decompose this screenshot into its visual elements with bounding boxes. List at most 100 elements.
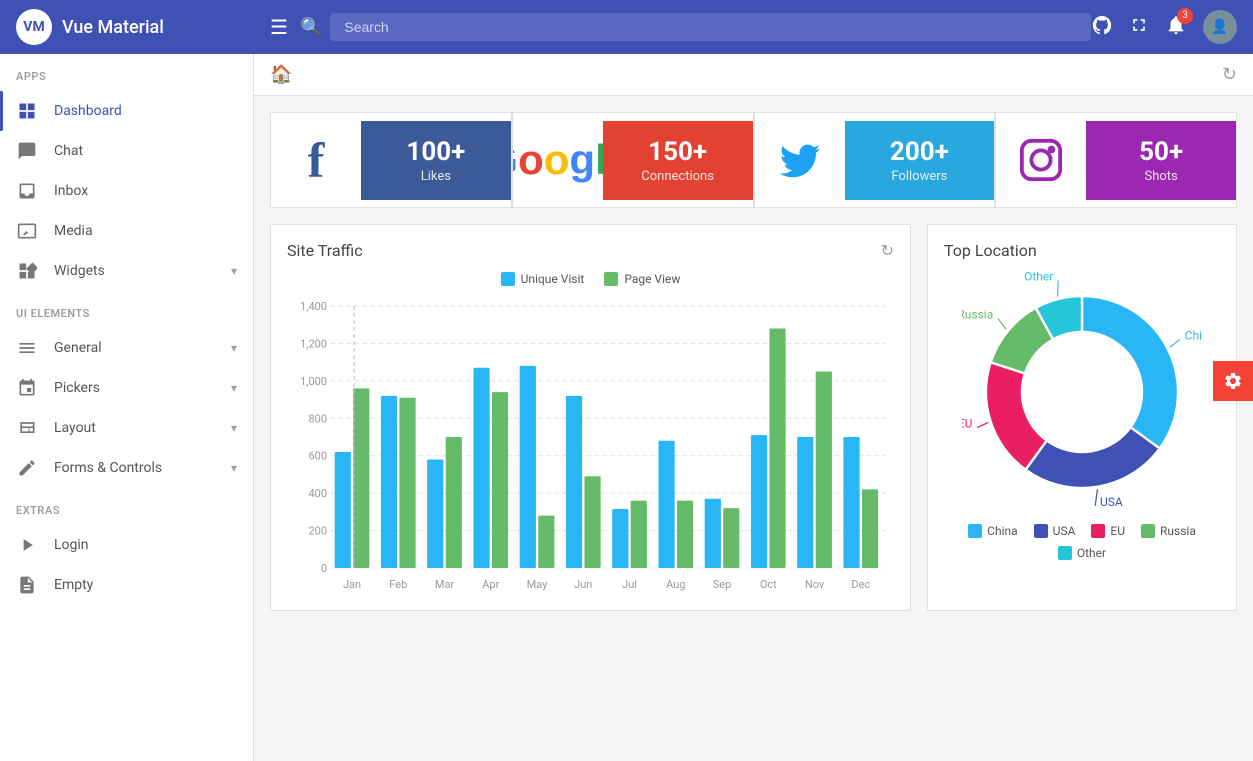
donut-legend-label: EU xyxy=(1110,524,1125,538)
top-location-card: Top Location ChinaUSAEURussiaOther China… xyxy=(927,224,1237,611)
sidebar-item-forms-controls[interactable]: Forms & Controls ▾ xyxy=(0,448,253,488)
google-icon: Google xyxy=(513,118,603,202)
svg-text:EU: EU xyxy=(962,417,972,431)
facebook-label: Likes xyxy=(421,169,451,184)
login-icon xyxy=(16,535,38,555)
svg-text:1,400: 1,400 xyxy=(300,300,327,313)
donut-legend-item: EU xyxy=(1091,524,1125,538)
sidebar-item-dashboard[interactable]: Dashboard xyxy=(0,91,253,131)
donut-chart-wrapper: ChinaUSAEURussiaOther China USA EU Russi… xyxy=(944,272,1220,560)
social-card-google[interactable]: Google 150+ Connections xyxy=(512,112,754,208)
svg-text:1,000: 1,000 xyxy=(300,375,327,388)
sidebar-label-empty: Empty xyxy=(54,577,237,593)
instagram-stats: 50+ Shots xyxy=(1086,121,1236,200)
google-count: 150+ xyxy=(648,137,707,167)
sidebar-section-apps: Apps Dashboard Chat Inbox xyxy=(0,54,253,291)
sidebar-label-media: Media xyxy=(54,223,237,239)
section-label-extras: Extras xyxy=(0,488,253,525)
svg-text:Other: Other xyxy=(1024,272,1053,283)
section-label-ui: UI Elements xyxy=(0,291,253,328)
fullscreen-icon[interactable] xyxy=(1129,15,1149,40)
donut-legend-color xyxy=(1141,524,1155,538)
sidebar-item-media[interactable]: Media xyxy=(0,211,253,251)
bar-chart-legend: Unique Visit Page View xyxy=(287,272,894,286)
top-location-title: Top Location xyxy=(944,241,1220,260)
sidebar-item-layout[interactable]: Layout ▾ xyxy=(0,408,253,448)
sidebar-item-inbox[interactable]: Inbox xyxy=(0,171,253,211)
sidebar-label-inbox: Inbox xyxy=(54,183,237,199)
sidebar-item-general[interactable]: General ▾ xyxy=(0,328,253,368)
svg-text:0: 0 xyxy=(321,562,327,575)
menu-icon[interactable]: ☰ xyxy=(270,15,288,39)
sidebar-label-widgets: Widgets xyxy=(54,263,215,279)
svg-text:400: 400 xyxy=(308,487,327,500)
legend-unique-visit: Unique Visit xyxy=(501,272,585,286)
svg-text:1,200: 1,200 xyxy=(300,337,327,350)
notifications-icon[interactable]: 3 xyxy=(1165,14,1187,41)
notification-badge: 3 xyxy=(1177,8,1193,24)
social-cards: f 100+ Likes Google 150+ Connections xyxy=(270,112,1237,208)
svg-text:Jun: Jun xyxy=(574,578,592,591)
svg-text:Jan: Jan xyxy=(343,578,361,591)
avatar[interactable]: 👤 xyxy=(1203,10,1237,44)
media-icon xyxy=(16,221,38,241)
sidebar-item-pickers[interactable]: Pickers ▾ xyxy=(0,368,253,408)
social-card-facebook[interactable]: f 100+ Likes xyxy=(270,112,512,208)
donut-chart: ChinaUSAEURussiaOther xyxy=(962,272,1202,512)
instagram-icon xyxy=(996,119,1086,201)
app-title: Vue Material xyxy=(62,17,164,38)
sidebar-label-chat: Chat xyxy=(54,143,237,159)
svg-text:Apr: Apr xyxy=(482,578,499,591)
home-icon[interactable]: 🏠 xyxy=(270,64,292,85)
refresh-icon[interactable]: ↻ xyxy=(1222,64,1237,85)
search-icon: 🔍 xyxy=(300,17,322,38)
facebook-count: 100+ xyxy=(406,137,465,167)
search-input[interactable] xyxy=(330,13,1091,41)
svg-text:200: 200 xyxy=(308,525,327,538)
main-content: 🏠 ↻ f 100+ Likes Google 1 xyxy=(254,54,1253,761)
sidebar-item-empty[interactable]: Empty xyxy=(0,565,253,605)
social-card-instagram[interactable]: 50+ Shots xyxy=(995,112,1237,208)
donut-legend: China USA EU Russia Other xyxy=(944,524,1220,560)
chevron-pickers: ▾ xyxy=(231,381,237,395)
sidebar-section-extras: Extras Login Empty xyxy=(0,488,253,605)
chevron-widgets: ▾ xyxy=(231,264,237,278)
general-icon xyxy=(16,338,38,358)
header: VM Vue Material ☰ 🔍 3 👤 xyxy=(0,0,1253,54)
sidebar-item-widgets[interactable]: Widgets ▾ xyxy=(0,251,253,291)
layout-icon xyxy=(16,418,38,438)
sidebar: Apps Dashboard Chat Inbox xyxy=(0,54,254,761)
svg-text:600: 600 xyxy=(308,450,327,463)
svg-text:Mar: Mar xyxy=(435,578,455,591)
sidebar-label-general: General xyxy=(54,340,215,356)
donut-legend-color xyxy=(1091,524,1105,538)
sidebar-item-login[interactable]: Login xyxy=(0,525,253,565)
header-logo: VM Vue Material xyxy=(16,9,270,45)
sidebar-section-ui: UI Elements General ▾ Pickers ▾ Lay xyxy=(0,291,253,488)
legend-page-view: Page View xyxy=(604,272,680,286)
svg-text:Aug: Aug xyxy=(666,578,685,591)
section-label-apps: Apps xyxy=(0,54,253,91)
sidebar-item-chat[interactable]: Chat xyxy=(0,131,253,171)
charts-row: Site Traffic ↻ Unique Visit Page View 02… xyxy=(270,224,1237,611)
social-card-twitter[interactable]: 200+ Followers xyxy=(754,112,996,208)
svg-text:800: 800 xyxy=(308,412,327,425)
donut-legend-label: China xyxy=(987,524,1018,538)
twitter-icon xyxy=(755,119,845,201)
settings-fab[interactable] xyxy=(1213,361,1253,401)
google-label: Connections xyxy=(641,169,714,184)
donut-legend-item: USA xyxy=(1034,524,1076,538)
svg-text:Oct: Oct xyxy=(760,578,777,591)
sidebar-label-pickers: Pickers xyxy=(54,380,215,396)
sidebar-label-login: Login xyxy=(54,537,237,553)
chevron-general: ▾ xyxy=(231,341,237,355)
traffic-refresh-icon[interactable]: ↻ xyxy=(881,241,894,260)
github-icon[interactable] xyxy=(1091,14,1113,41)
facebook-icon: f xyxy=(271,113,361,207)
donut-legend-color xyxy=(968,524,982,538)
chevron-forms: ▾ xyxy=(231,461,237,475)
inbox-icon xyxy=(16,181,38,201)
donut-legend-color xyxy=(1034,524,1048,538)
empty-icon xyxy=(16,575,38,595)
sidebar-label-forms-controls: Forms & Controls xyxy=(54,460,215,476)
